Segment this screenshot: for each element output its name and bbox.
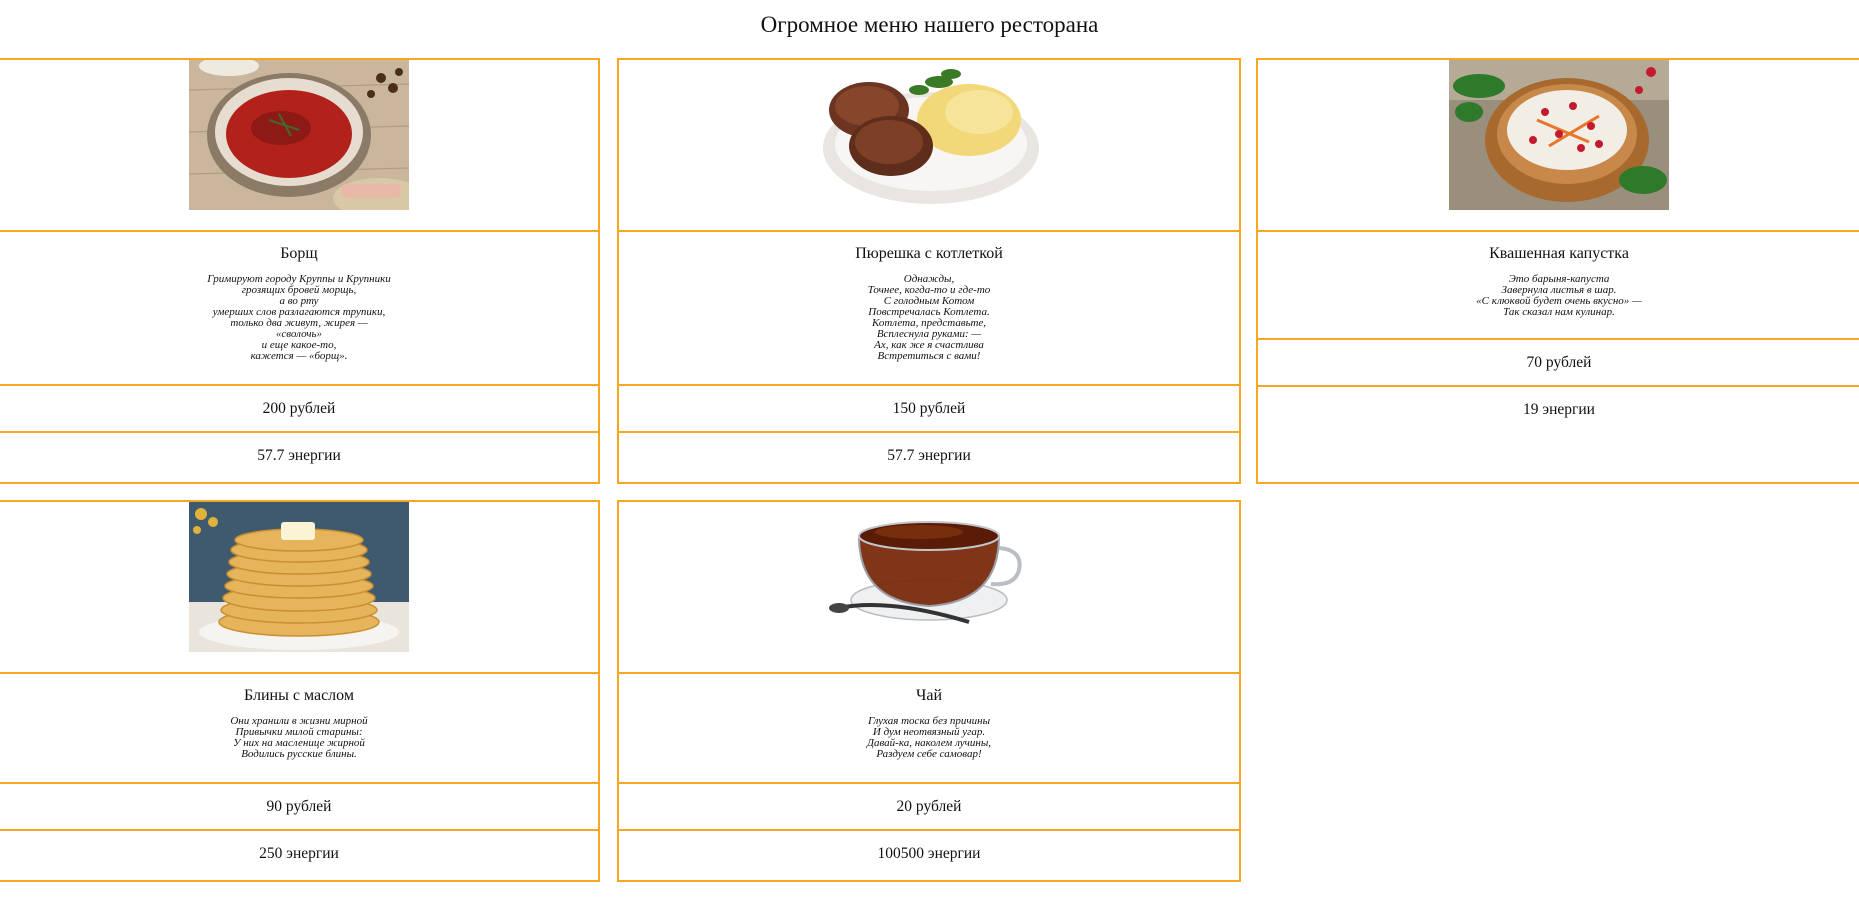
dish-name: Квашенная капустка — [1489, 245, 1629, 262]
dish-description: Блины с маслом Они хранили в жизни мирно… — [0, 674, 598, 784]
dish-energy: 19 энергии — [1523, 401, 1595, 418]
sauerkraut-photo — [1449, 60, 1669, 210]
dish-image-area — [1258, 60, 1859, 232]
poem-line: Водились русские блины. — [241, 748, 357, 760]
dish-poem: Однажды, Точнее, когда-то и где-то С гол… — [619, 274, 1239, 362]
dish-description: Квашенная капустка Это барыня-капуста За… — [1258, 232, 1859, 340]
menu-card-pancakes: Блины с маслом Они хранили в жизни мирно… — [0, 500, 600, 882]
dish-poem: Это барыня-капуста Завернула листья в ша… — [1258, 274, 1859, 318]
borscht-photo — [189, 60, 409, 210]
dish-poem: Гримируют городу Круппы и Крупники грозя… — [0, 274, 598, 362]
poem-line: Раздуем себе самовар! — [876, 748, 982, 760]
dish-image-area — [0, 60, 598, 232]
menu-card-tea: Чай Глухая тоска без причины И дум неотв… — [617, 500, 1241, 882]
dish-image-area — [0, 502, 598, 674]
dish-price: 20 рублей — [619, 784, 1239, 831]
dish-name: Чай — [915, 687, 943, 704]
dish-poem: Они хранили в жизни мирной Привычки мило… — [0, 716, 598, 760]
dish-price: 150 рублей — [619, 386, 1239, 433]
poem-line: Так сказал нам кулинар. — [1503, 306, 1615, 318]
dish-price: 90 рублей — [0, 784, 598, 831]
dish-name: Пюрешка с котлеткой — [855, 245, 1003, 262]
dish-image-area — [619, 60, 1239, 232]
dish-description: Пюрешка с котлеткой Однажды, Точнее, ког… — [619, 232, 1239, 386]
page-title: Огромное меню нашего ресторана — [760, 12, 1099, 37]
dish-energy: 100500 энергии — [877, 845, 981, 862]
menu-card-borscht: Борщ Гримируют городу Круппы и Крупники … — [0, 58, 600, 484]
poem-line: кажется — «борщ». — [250, 350, 348, 362]
dish-image-area — [619, 502, 1239, 674]
poem-line: Встретиться с вами! — [877, 350, 981, 362]
menu-card-sauerkraut: Квашенная капустка Это барыня-капуста За… — [1256, 58, 1859, 484]
pancakes-photo — [189, 502, 409, 652]
dish-energy: 57.7 энергии — [887, 447, 971, 464]
dish-description: Чай Глухая тоска без причины И дум неотв… — [619, 674, 1239, 784]
dish-price: 200 рублей — [0, 386, 598, 433]
menu-card-cutlet-mash: Пюрешка с котлеткой Однажды, Точнее, ког… — [617, 58, 1241, 484]
dish-name: Борщ — [280, 245, 318, 262]
dish-price: 70 рублей — [1258, 340, 1859, 387]
tea-cup-photo — [819, 502, 1039, 652]
dish-poem: Глухая тоска без причины И дум неотвязны… — [619, 716, 1239, 760]
dish-energy: 250 энергии — [259, 845, 339, 862]
cutlet-with-mash-photo — [819, 60, 1039, 210]
dish-name: Блины с маслом — [244, 687, 354, 704]
dish-energy: 57.7 энергии — [257, 447, 341, 464]
dish-description: Борщ Гримируют городу Круппы и Крупники … — [0, 232, 598, 386]
